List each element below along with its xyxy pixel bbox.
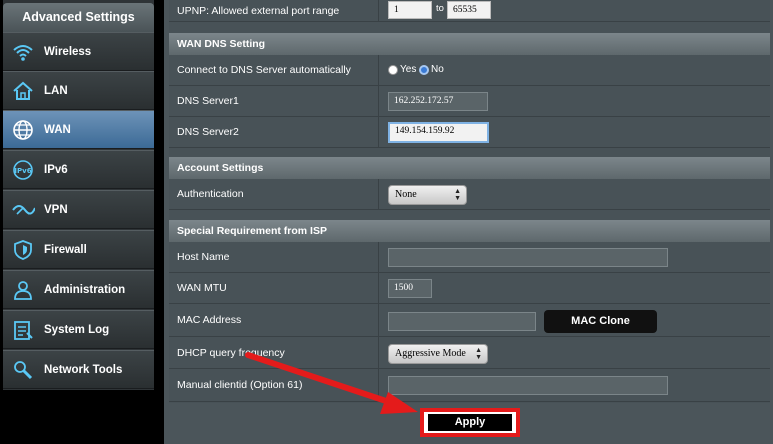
dhcp-query-select-value: Aggressive Mode — [395, 348, 466, 359]
sidebar-item-administration[interactable]: Administration — [3, 270, 154, 309]
section-isp: Special Requirement from ISP — [169, 220, 770, 242]
wan-mtu-input[interactable]: 1500 — [388, 279, 432, 298]
home-icon — [11, 80, 35, 102]
sidebar-item-label: WAN — [44, 124, 71, 136]
sidebar-item-wan[interactable]: WAN — [3, 110, 154, 149]
host-name-label: Host Name — [169, 242, 379, 272]
upnp-to-label: to — [436, 3, 444, 14]
sidebar-item-label: Administration — [44, 284, 126, 296]
mac-clone-button[interactable]: MAC Clone — [544, 310, 657, 333]
shield-icon — [11, 239, 35, 261]
dhcp-query-select[interactable]: Aggressive Mode ▲ ▼ — [388, 344, 488, 364]
sidebar-item-label: Wireless — [44, 46, 92, 58]
sidebar-item-wireless[interactable]: Wireless — [3, 32, 154, 71]
sidebar-item-system-log[interactable]: System Log — [3, 310, 154, 349]
wifi-icon — [11, 41, 35, 63]
sidebar-item-label: Network Tools — [44, 364, 123, 376]
clientid-label: Manual clientid (Option 61) — [169, 369, 379, 401]
svg-text:IPv6: IPv6 — [14, 167, 31, 175]
sidebar-item-lan[interactable]: LAN — [3, 71, 154, 110]
sidebar-item-vpn[interactable]: VPN — [3, 190, 154, 229]
sidebar-item-label: LAN — [44, 85, 68, 97]
dns1-label: DNS Server1 — [169, 86, 379, 116]
authentication-row: Authentication — [169, 179, 770, 210]
dns-auto-yes-radio[interactable] — [388, 65, 398, 75]
sidebar-item-network-tools[interactable]: Network Tools — [3, 350, 154, 389]
wrench-icon — [11, 359, 35, 381]
dns-auto-no-label: No — [431, 64, 444, 75]
dns2-input[interactable]: 149.154.159.92 — [388, 122, 489, 143]
wan-mtu-row: WAN MTU — [169, 273, 770, 304]
sidebar-item-label: IPv6 — [44, 164, 68, 176]
log-icon — [11, 319, 35, 341]
globe-icon — [11, 119, 35, 141]
dns2-label: DNS Server2 — [169, 117, 379, 147]
upnp-port-to-input[interactable]: 65535 — [447, 1, 491, 19]
sidebar-item-label: VPN — [44, 204, 68, 216]
dns-auto-row: Connect to DNS Server automatically — [169, 55, 770, 86]
select-arrows-icon: ▲ ▼ — [475, 346, 482, 361]
host-name-input[interactable] — [388, 248, 668, 267]
sidebar-item-label: Firewall — [44, 244, 87, 256]
mac-address-label: MAC Address — [169, 304, 379, 336]
sidebar-header: Advanced Settings — [3, 3, 154, 32]
upnp-label: UPNP: Allowed external port range — [169, 0, 379, 21]
sidebar-item-label: System Log — [44, 324, 110, 336]
dhcp-query-label: DHCP query frequency — [169, 337, 379, 368]
vpn-icon — [11, 199, 35, 221]
authentication-label: Authentication — [169, 179, 379, 209]
section-wan-dns: WAN DNS Setting — [169, 33, 770, 55]
section-account-settings: Account Settings — [169, 157, 770, 179]
dns-auto-yes-label: Yes — [400, 64, 417, 75]
authentication-select-value: None — [395, 189, 417, 200]
dns-auto-no-radio[interactable] — [419, 65, 429, 75]
sidebar-item-firewall[interactable]: Firewall — [3, 230, 154, 269]
upnp-port-from-input[interactable]: 1 — [388, 1, 432, 19]
mac-address-input[interactable] — [388, 312, 536, 331]
dns1-input[interactable]: 162.252.172.57 — [388, 92, 488, 111]
ipv6-icon: IPv6 — [11, 159, 35, 181]
clientid-input[interactable] — [388, 376, 668, 395]
sidebar-item-ipv6[interactable]: IPv6 IPv6 — [3, 150, 154, 189]
authentication-select[interactable]: None ▲ ▼ — [388, 185, 467, 205]
person-icon — [11, 279, 35, 301]
dns-auto-label: Connect to DNS Server automatically — [169, 55, 379, 85]
select-arrows-icon: ▲ ▼ — [454, 187, 461, 202]
apply-button[interactable]: Apply — [428, 414, 512, 431]
wan-mtu-label: WAN MTU — [169, 273, 379, 303]
